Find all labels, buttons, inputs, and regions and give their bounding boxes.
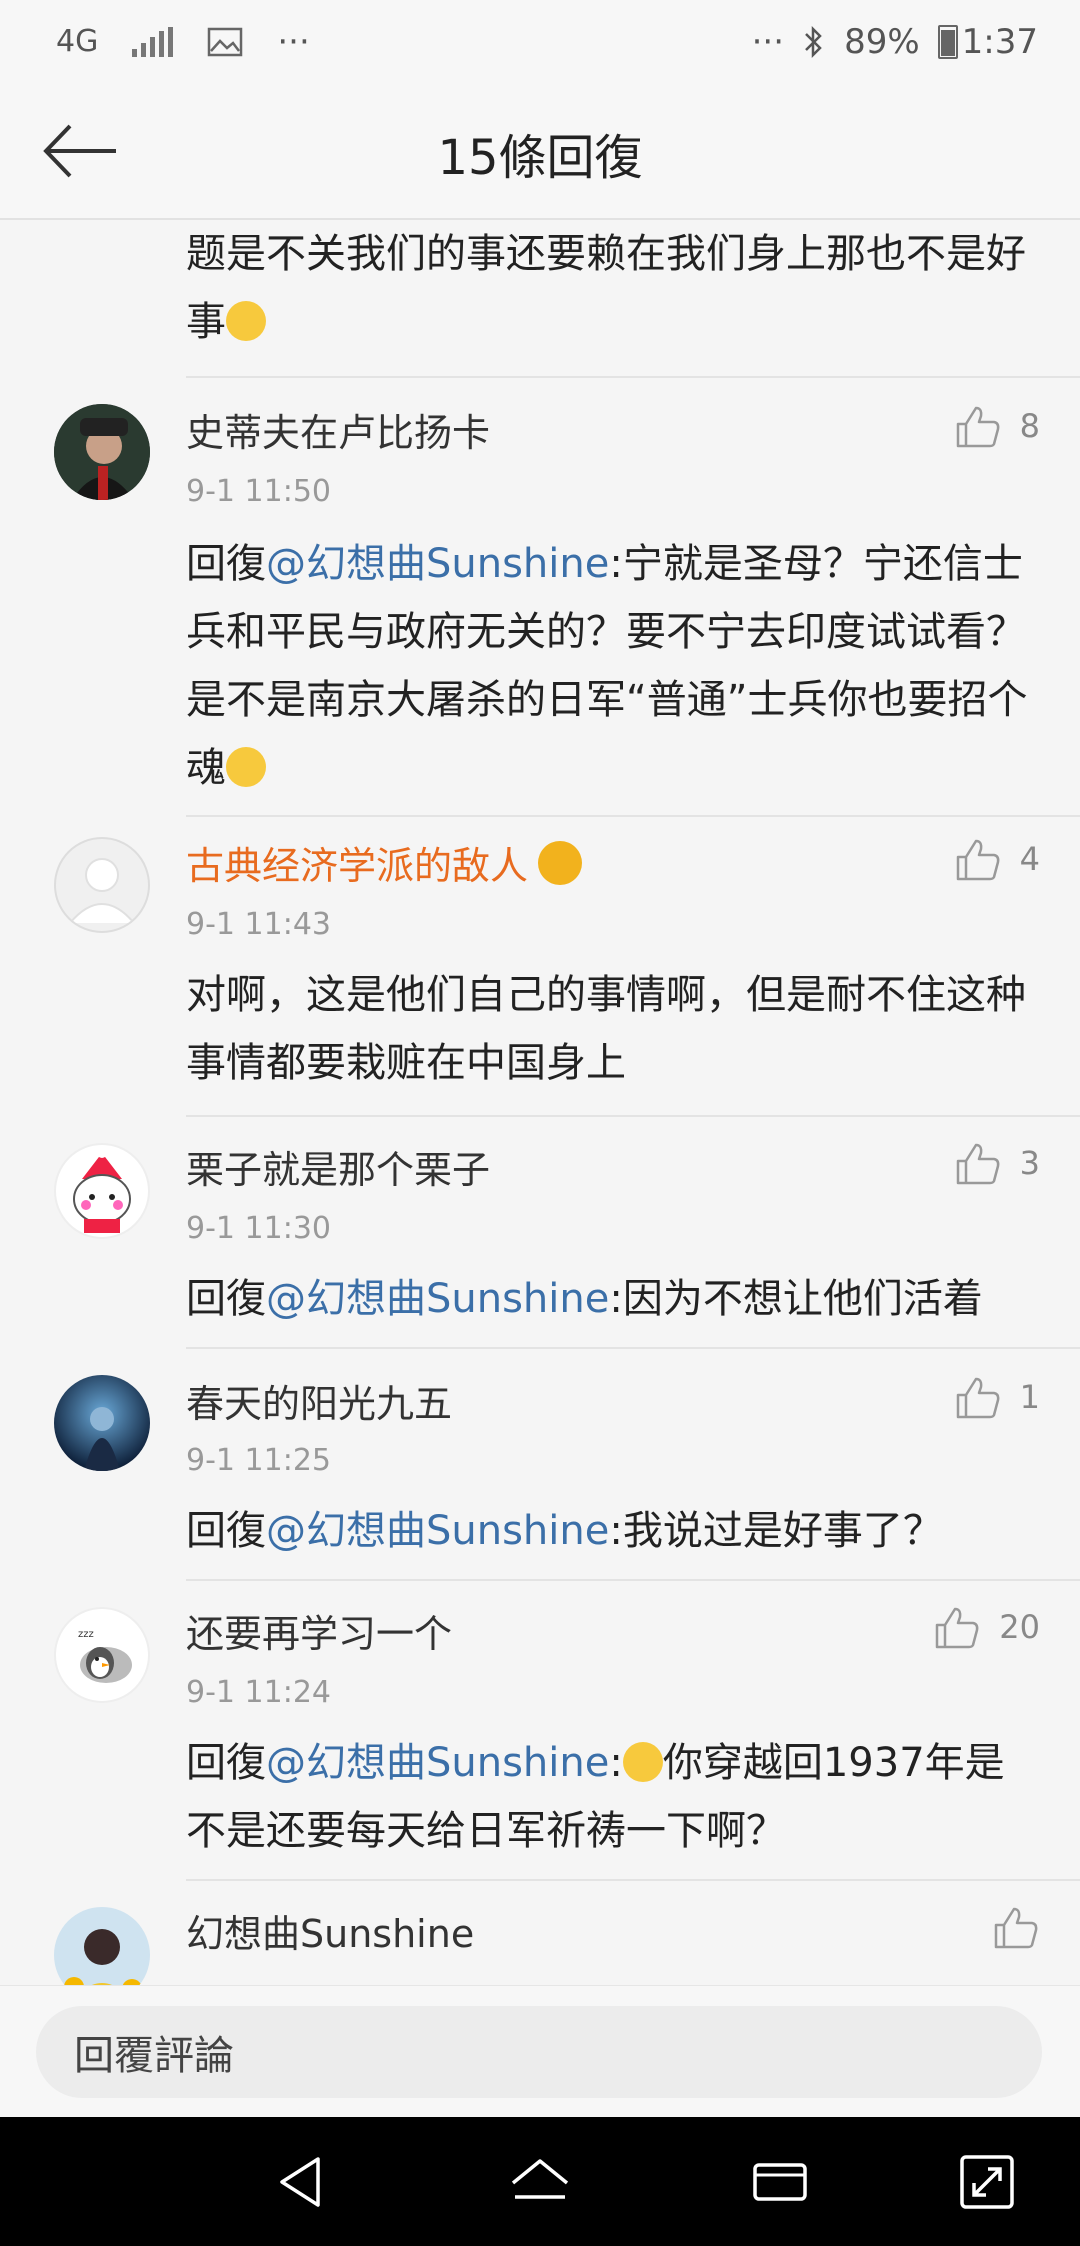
mention-link[interactable]: @幻想曲Sunshine: [266, 541, 609, 587]
mention-link[interactable]: @幻想曲Sunshine: [266, 1508, 609, 1554]
reply-input[interactable]: 回覆評論: [36, 2006, 1042, 2098]
comment-item: 栗子就是那个栗子 9-1 11:30 3 回復@幻想曲Sunshine:因为不想…: [0, 1115, 1080, 1347]
image-icon: [208, 27, 243, 57]
like-button[interactable]: 8: [954, 402, 1040, 450]
comment-username[interactable]: 春天的阳光九五: [186, 1373, 452, 1428]
nav-expand-button[interactable]: [952, 2147, 1022, 2217]
comment-username[interactable]: 栗子就是那个栗子: [186, 1139, 490, 1194]
comment-text: 对啊，这是他们自己的事情啊，但是耐不住这种事情都要栽赃在中国身上: [186, 972, 1026, 1086]
mention-link[interactable]: @幻想曲Sunshine: [266, 1276, 609, 1322]
comment-item: 史蒂夫在卢比扬卡 9-1 11:50 8 回復@幻想曲Sunshine:宁就是圣…: [0, 376, 1080, 791]
thumbs-up-icon: [956, 406, 1000, 448]
comment-time: 9-1 11:30: [186, 1211, 331, 1246]
comment-item: 春天的阳光九五 9-1 11:25 1 回復@幻想曲Sunshine:我说过是好…: [0, 1347, 1080, 1579]
comment-text: 回復@幻想曲Sunshine:因为不想让他们活着: [186, 1276, 983, 1322]
more-icon: ···: [751, 22, 785, 62]
comment-text: 回復@幻想曲Sunshine:我说过是好事了？: [186, 1508, 943, 1554]
avatar[interactable]: [54, 1375, 150, 1471]
like-button[interactable]: [992, 1903, 1040, 1951]
partial-comment-text: 题是不关我们的事还要赖在我们身上那也不是好事: [186, 231, 1026, 345]
battery-percent: 89%: [844, 22, 920, 62]
thumbs-up-icon: [956, 1143, 1000, 1185]
bluetooth-icon: [805, 25, 822, 59]
more-notifications-icon: ···: [277, 22, 310, 62]
thumbs-up-icon: [936, 1607, 979, 1649]
avatar[interactable]: zzz: [54, 1607, 150, 1703]
comment-username[interactable]: 古典经济学派的敌人: [186, 835, 583, 890]
nav-back-button[interactable]: [268, 2147, 338, 2217]
expand-icon: [960, 2155, 1014, 2209]
nav-home-icon: [511, 2159, 569, 2199]
comment-username[interactable]: 还要再学习一个: [186, 1603, 452, 1658]
comment-time: 9-1 11:43: [186, 907, 331, 942]
like-count: 20: [999, 1608, 1040, 1646]
comment-time: 9-1 11:24: [186, 1675, 331, 1710]
network-indicator: 4G: [56, 24, 99, 59]
comment-text: 回復@幻想曲Sunshine: 你穿越回1937年是不是还要每天给日军祈祷一下啊？: [186, 1740, 1005, 1854]
avatar[interactable]: [54, 1143, 150, 1239]
thinking-emoji-icon: [622, 1742, 663, 1782]
like-button[interactable]: 4: [954, 835, 1040, 883]
comment-username[interactable]: 幻想曲Sunshine: [186, 1903, 474, 1958]
nav-home-button[interactable]: [505, 2147, 575, 2217]
comment-username[interactable]: 史蒂夫在卢比扬卡: [186, 402, 490, 457]
comment-time: 9-1 11:25: [186, 1443, 331, 1478]
comment-item: 古典经济学派的敌人 9-1 11:43 4 对啊，这是他们自己的事情啊，但是耐不…: [0, 815, 1080, 1115]
nav-back-icon: [280, 2157, 320, 2207]
clock: 1:37: [961, 22, 1038, 62]
vip-badge-icon: [538, 841, 583, 885]
comment-item: 幻想曲Sunshine: [0, 1879, 1080, 1985]
nav-recents-button[interactable]: [745, 2147, 815, 2217]
comment-text: 回復@幻想曲Sunshine:宁就是圣母？宁还信士兵和平民与政府无关的？要不宁去…: [186, 541, 1028, 791]
thumbs-up-icon: [956, 1377, 1000, 1419]
comment-time: 9-1 11:50: [186, 474, 331, 509]
signal-icon: [132, 27, 174, 57]
thumbs-up-icon: [956, 839, 1000, 881]
svg-text:zzz: zzz: [78, 1629, 94, 1640]
page-title: 15條回復: [437, 130, 643, 186]
nav-recents-icon: [753, 2163, 807, 2201]
battery-icon: [937, 25, 958, 59]
avatar[interactable]: [54, 837, 150, 933]
like-count: 3: [1019, 1144, 1040, 1182]
avatar[interactable]: [54, 404, 150, 500]
like-button[interactable]: 20: [933, 1603, 1040, 1651]
like-button[interactable]: 3: [954, 1139, 1040, 1187]
comment-list[interactable]: 题是不关我们的事还要赖在我们身上那也不是好事 史蒂夫在卢比扬卡 9-1 11:5…: [0, 220, 1080, 1985]
avatar[interactable]: [54, 1907, 150, 1985]
like-count: 1: [1019, 1378, 1040, 1416]
drooling-emoji-icon: [226, 301, 266, 341]
like-count: 8: [1019, 407, 1040, 445]
like-count: 4: [1019, 840, 1040, 878]
smile-emoji-icon: [226, 747, 266, 787]
like-button[interactable]: 1: [954, 1373, 1040, 1421]
system-navigation-bar: [0, 2117, 1080, 2246]
thumbs-up-icon: [994, 1907, 1038, 1949]
comment-item: zzz 还要再学习一个 9-1 11:24 20 回復@幻想曲Sunshine:…: [0, 1579, 1080, 1879]
reply-bar: 回覆評論: [0, 1985, 1080, 2118]
mention-link[interactable]: @幻想曲Sunshine: [266, 1740, 609, 1786]
header: 15條回復: [0, 88, 1080, 220]
status-bar: 4G ··· ··· 89% 1:37: [0, 0, 1080, 88]
